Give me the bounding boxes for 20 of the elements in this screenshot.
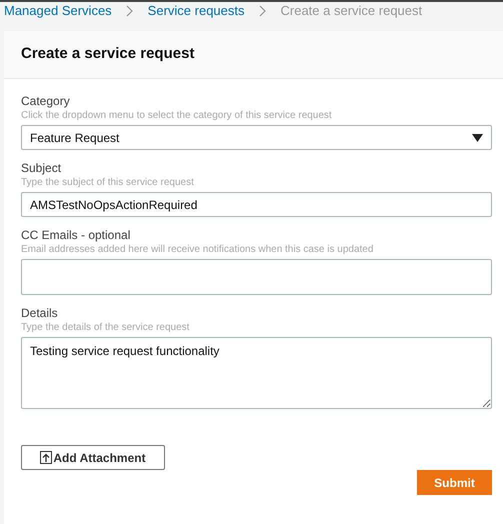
category-dropdown[interactable]: Feature Request [21,125,492,150]
input-field[interactable]: AMSTestNoOpsActionRequired [21,192,492,217]
breadcrumb-link[interactable]: Service requests [148,1,244,21]
add-attachment-button[interactable]: Add Attachment [21,445,165,470]
field-hint: Type the subject of this service request [21,176,195,189]
field-hint: Click the dropdown menu to select the category of this service request [21,109,333,122]
card-title: Create a service request [21,44,194,64]
dropdown-arrow-icon [472,134,483,142]
chevron-icon [126,5,134,17]
field-label: Subject [21,161,62,176]
field-hint: Email addresses added here will receive notifications when this case is updated [21,243,374,256]
chevron-icon [258,5,266,17]
field-label: Details [21,306,59,321]
breadcrumb-current: Create a service request [280,2,422,20]
details-textarea[interactable]: Testing service request functionality [21,337,492,409]
upload-icon [40,451,52,464]
breadcrumb-link[interactable]: Managed Services [4,1,112,21]
field-label: Category [21,94,71,109]
field-hint: Type the details of the service request [21,321,190,334]
field-label: CC Emails - optional [21,228,132,243]
